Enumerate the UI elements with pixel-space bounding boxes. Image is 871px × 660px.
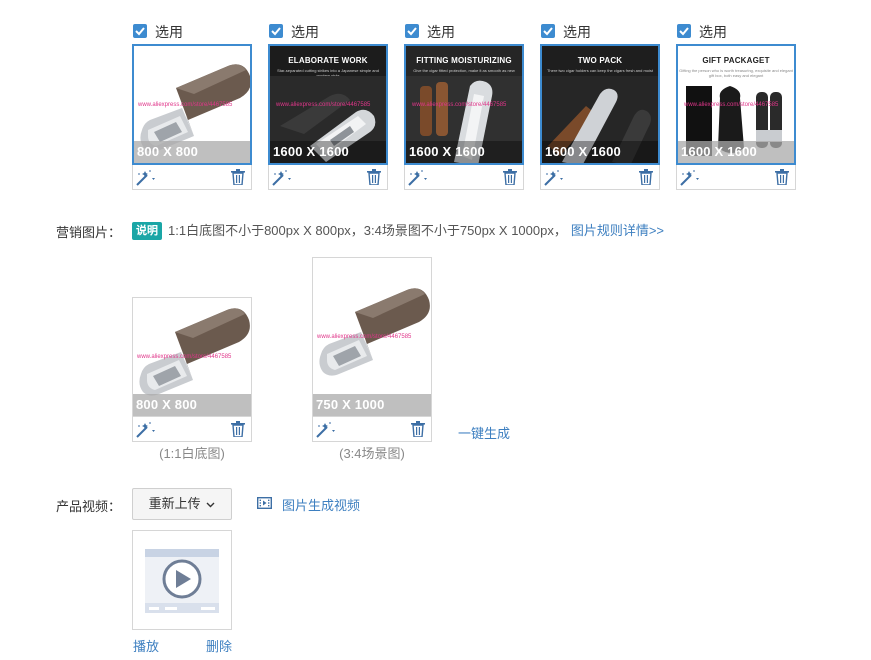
image-actions [404,166,524,190]
trash-icon[interactable] [775,169,789,185]
marketing-images-label: 营销图片： [56,225,122,240]
size-tag: 1600 X 1600 [270,141,386,163]
product-image [315,284,431,378]
watermark-text: www.aliexpress.com/store/4467585 [276,102,371,108]
select-checkbox[interactable] [269,24,283,38]
select-label: 选用 [563,24,591,40]
banner-title: GIFT PACKAGET [702,56,770,65]
product-image [135,304,251,398]
banner-title: FITTING MOISTURIZING [416,56,512,65]
info-badge: 说明 [132,222,162,240]
banner-title: TWO PACK [577,56,623,65]
marketing-thumbnail-portrait[interactable]: www.aliexpress.com/store/4467585 750 X 1… [312,257,432,417]
play-video-link[interactable]: 播放 [133,636,159,655]
select-checkbox[interactable] [541,24,555,38]
image-caption: (3:4场景图) [339,446,405,461]
image-actions [132,166,252,190]
select-label: 选用 [699,24,727,40]
one-click-generate-link[interactable]: 一键生成 [458,423,510,442]
size-tag: 1600 X 1600 [678,141,794,163]
banner-subtitle: Give the cigar fitted protection, make i… [413,68,515,73]
magic-wand-icon[interactable] [271,169,295,187]
size-tag: 800 X 800 [134,141,250,163]
chevron-down-icon [206,502,215,508]
image-actions [132,418,252,442]
trash-icon[interactable] [503,169,517,185]
magic-wand-icon[interactable] [315,421,339,439]
image-thumbnail[interactable]: GIFT PACKAGET Gifting the person who is … [676,44,796,165]
select-label: 选用 [291,24,319,40]
magic-wand-icon[interactable] [679,169,703,187]
image-thumbnail[interactable]: www.aliexpress.com/store/4467585 800 X 8… [132,44,252,165]
marketing-thumbnail-square[interactable]: www.aliexpress.com/store/4467585 800 X 8… [132,297,252,417]
watermark-text: www.aliexpress.com/store/4467585 [412,102,507,108]
select-checkbox[interactable] [677,24,691,38]
banner-subtitle: There two cigar holders can keep the cig… [546,68,654,73]
film-icon [257,497,272,509]
watermark-text: www.aliexpress.com/store/4467585 [317,334,412,340]
magic-wand-icon[interactable] [407,169,431,187]
image-thumbnail[interactable]: TWO PACK There two cigar holders can kee… [540,44,660,165]
magic-wand-icon[interactable] [135,169,159,187]
select-checkbox[interactable] [405,24,419,38]
watermark-text: www.aliexpress.com/store/4467585 [684,102,779,108]
image-actions [540,166,660,190]
image-thumbnail[interactable]: ELABORATE WORK Star-separated cutting st… [268,44,388,165]
trash-icon[interactable] [231,421,245,437]
reupload-button[interactable]: 重新上传 [132,488,232,520]
marketing-hint: 1:1白底图不小于800px X 800px，3:4场景图不小于750px X … [168,220,664,239]
image-to-video-link[interactable]: 图片生成视频 [282,495,360,514]
size-tag: 1600 X 1600 [406,141,522,163]
image-rules-link[interactable]: 图片规则详情>> [571,223,664,238]
trash-icon[interactable] [411,421,425,437]
banner-subtitle: Gifting the person who is worth treasuri… [679,68,793,78]
product-video-label: 产品视频： [56,499,122,514]
select-checkbox[interactable] [133,24,147,38]
video-player-icon [145,549,219,613]
trash-icon[interactable] [231,169,245,185]
image-thumbnail[interactable]: FITTING MOISTURIZING Give the cigar fitt… [404,44,524,165]
magic-wand-icon[interactable] [543,169,567,187]
delete-video-link[interactable]: 删除 [206,636,232,655]
size-tag: 1600 X 1600 [542,141,658,163]
video-thumbnail[interactable] [132,530,232,630]
magic-wand-icon[interactable] [135,421,159,439]
trash-icon[interactable] [639,169,653,185]
size-tag: 800 X 800 [133,394,251,416]
select-label: 选用 [427,24,455,40]
select-label: 选用 [155,24,183,40]
image-caption: (1:1白底图) [159,446,225,461]
watermark-text: www.aliexpress.com/store/4467585 [137,354,232,360]
image-actions [676,166,796,190]
image-actions [312,418,432,442]
size-tag: 750 X 1000 [313,394,431,416]
image-actions [268,166,388,190]
banner-title: ELABORATE WORK [288,56,368,65]
hint-text: 1:1白底图不小于800px X 800px，3:4场景图不小于750px X … [168,223,567,238]
watermark-text: www.aliexpress.com/store/4467585 [138,102,233,108]
reupload-button-label: 重新上传 [148,496,201,511]
trash-icon[interactable] [367,169,381,185]
